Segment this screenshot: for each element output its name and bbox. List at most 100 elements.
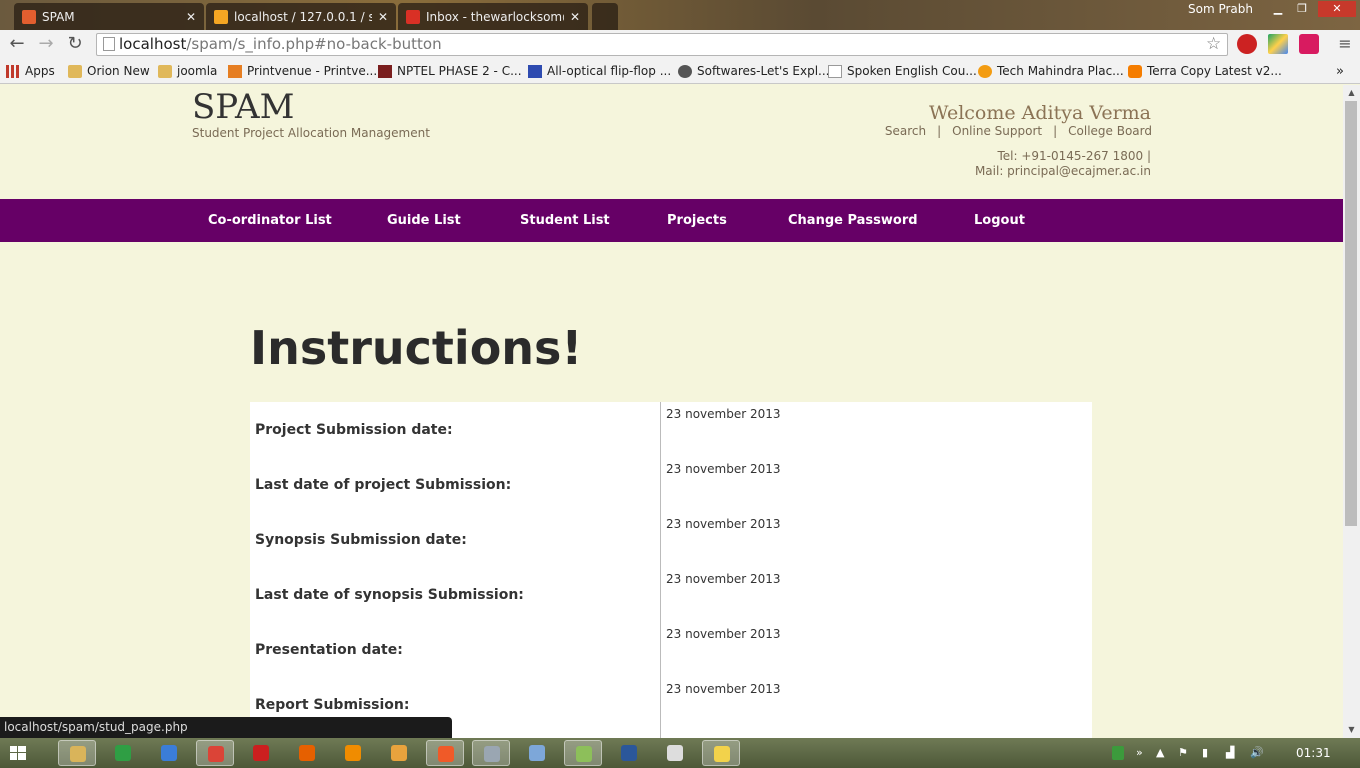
tray-overflow-icon[interactable]: ▲ [1156, 746, 1168, 760]
close-tab-icon[interactable]: ✕ [186, 10, 196, 24]
close-tab-icon[interactable]: ✕ [570, 10, 580, 24]
row-value: 23 november 2013 [666, 462, 781, 476]
site-title: SPAM [192, 87, 295, 127]
back-arrow-icon[interactable]: ← [5, 32, 29, 56]
bookmark-star-icon[interactable]: ☆ [1206, 34, 1221, 54]
bookmark-all-optical[interactable]: All-optical flip-flop ... [528, 62, 671, 80]
row-label: Last date of synopsis Submission: [255, 587, 524, 603]
menu-projects[interactable]: Projects [667, 199, 727, 242]
taskbar-app-button[interactable] [472, 740, 510, 766]
tray-expand-icon[interactable]: » [1136, 746, 1148, 760]
row-label: Report Submission: [255, 697, 410, 713]
scroll-up-arrow-icon[interactable]: ▲ [1343, 88, 1360, 97]
volume-icon[interactable]: 🔊 [1250, 746, 1264, 760]
translate-extension-icon[interactable] [1299, 34, 1319, 54]
link-separator: | [1053, 124, 1058, 138]
row-label: Presentation date: [255, 642, 403, 658]
taskbar-clock[interactable]: 01:31 [1296, 746, 1331, 760]
tab-spam[interactable]: SPAM ✕ [14, 3, 204, 30]
menu-change-password[interactable]: Change Password [788, 199, 918, 242]
taskbar-app-button[interactable] [518, 740, 556, 766]
row-value: 23 november 2013 [666, 407, 781, 421]
bookmarks-bar: Apps Orion New joomla Printvenue - Print… [0, 58, 1360, 84]
top-links: Search | Online Support | College Board [885, 124, 1152, 138]
messenger-icon [714, 746, 730, 762]
tab-phpmyadmin[interactable]: localhost / 127.0.0.1 / spar ✕ [206, 3, 396, 30]
instructions-table: Project Submission date: 23 november 201… [250, 402, 1092, 738]
status-bar-url: localhost/spam/stud_page.php [0, 717, 452, 738]
taskbar-app-button[interactable] [426, 740, 464, 766]
internet-explorer-icon [161, 745, 177, 761]
windows-start-icon[interactable] [10, 746, 26, 760]
battery-icon[interactable]: ▮ [1202, 746, 1214, 760]
close-tab-icon[interactable]: ✕ [378, 10, 388, 24]
browser-tab-strip: SPAM ✕ localhost / 127.0.0.1 / spar ✕ In… [0, 0, 1360, 30]
minimize-icon[interactable]: ▁ [1266, 1, 1290, 17]
row-value: 23 november 2013 [666, 627, 781, 641]
windows-taskbar: » ▲ ⚑ ▮ ▟ 🔊 01:31 [0, 738, 1360, 768]
close-window-icon[interactable]: ✕ [1318, 1, 1356, 17]
scrollbar-thumb[interactable] [1345, 101, 1357, 526]
spreadsheet-icon [115, 745, 131, 761]
table-row: Project Submission date: 23 november 201… [250, 402, 1092, 457]
page-icon [103, 37, 115, 51]
row-value: 23 november 2013 [666, 517, 781, 531]
info-icon [978, 64, 992, 78]
bookmark-orion-new[interactable]: Orion New [68, 62, 150, 80]
bookmark-label: Orion New [87, 64, 150, 78]
apps-grid-icon [6, 64, 20, 78]
menu-logout[interactable]: Logout [974, 199, 1025, 242]
taskbar-app-button[interactable] [380, 740, 418, 766]
bookmark-softwares[interactable]: Softwares-Let's Expl... [678, 62, 830, 80]
more-bookmarks-chevron-icon[interactable]: » [1336, 62, 1344, 80]
network-signal-icon[interactable]: ▟ [1226, 746, 1238, 760]
taskbar-app-button[interactable] [196, 740, 234, 766]
taskbar-app-button[interactable] [150, 740, 188, 766]
main-menu: Co-ordinator List Guide List Student Lis… [0, 199, 1343, 242]
taskbar-app-button[interactable] [702, 740, 740, 766]
bookmark-printvenue[interactable]: Printvenue - Printve... [228, 62, 377, 80]
contact-mail: Mail: principal@ecajmer.ac.in [974, 164, 1151, 178]
taskbar-app-button[interactable] [656, 740, 694, 766]
bookmark-label: Terra Copy Latest v2... [1147, 64, 1282, 78]
bookmark-spoken-english[interactable]: Spoken English Cou... [828, 62, 977, 80]
page-scrollbar[interactable]: ▲ ▼ [1343, 85, 1360, 738]
bookmark-nptel[interactable]: NPTEL PHASE 2 - C... [378, 62, 522, 80]
instructions-heading: Instructions! [250, 321, 583, 375]
online-support-link[interactable]: Online Support [952, 124, 1042, 138]
word-icon [621, 745, 637, 761]
taskbar-app-button[interactable] [242, 740, 280, 766]
bookmark-joomla[interactable]: joomla [158, 62, 217, 80]
row-value: 23 november 2013 [666, 682, 781, 696]
college-board-link[interactable]: College Board [1068, 124, 1152, 138]
menu-hamburger-icon[interactable]: ≡ [1333, 32, 1357, 56]
tray-app-icon[interactable] [1112, 746, 1124, 760]
adblock-extension-icon[interactable] [1237, 34, 1257, 54]
bookmark-terra-copy[interactable]: Terra Copy Latest v2... [1128, 62, 1282, 80]
new-tab-button[interactable] [592, 3, 618, 30]
taskbar-app-button[interactable] [610, 740, 648, 766]
restore-icon[interactable]: ❐ [1290, 1, 1314, 17]
menu-coordinator-list[interactable]: Co-ordinator List [208, 199, 332, 242]
taskbar-app-button[interactable] [334, 740, 372, 766]
profile-name[interactable]: Som Prabh [1188, 2, 1253, 16]
calculator-icon [667, 745, 683, 761]
address-bar[interactable]: localhost/spam/s_info.php#no-back-button [96, 33, 1228, 56]
chrome-icon [208, 746, 224, 762]
forward-arrow-icon[interactable]: → [34, 32, 58, 56]
nptel-icon [378, 64, 392, 78]
action-center-flag-icon[interactable]: ⚑ [1178, 746, 1190, 760]
reload-icon[interactable]: ↻ [63, 32, 87, 56]
taskbar-app-button[interactable] [288, 740, 326, 766]
menu-student-list[interactable]: Student List [520, 199, 610, 242]
bookmark-apps[interactable]: Apps [6, 62, 55, 80]
scroll-down-arrow-icon[interactable]: ▼ [1343, 725, 1360, 734]
bookmark-tech-mahindra[interactable]: Tech Mahindra Plac... [978, 62, 1124, 80]
taskbar-app-button[interactable] [104, 740, 142, 766]
tab-inbox[interactable]: Inbox - thewarlocksom@ ✕ [398, 3, 588, 30]
menu-guide-list[interactable]: Guide List [387, 199, 461, 242]
taskbar-app-button[interactable] [564, 740, 602, 766]
search-link[interactable]: Search [885, 124, 926, 138]
taskbar-app-button[interactable] [58, 740, 96, 766]
google-drive-icon[interactable] [1268, 34, 1288, 54]
